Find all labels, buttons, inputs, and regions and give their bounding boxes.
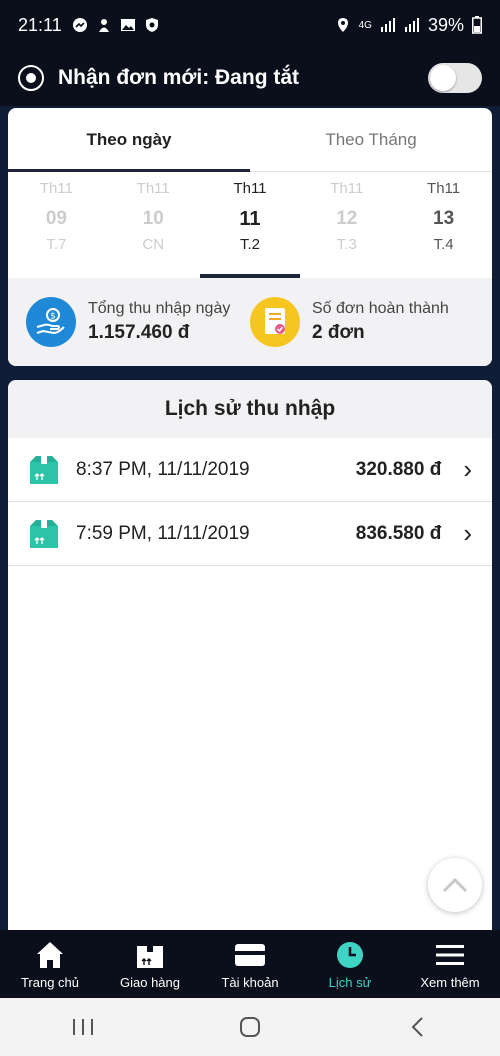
chevron-up-icon — [442, 877, 468, 893]
scroll-to-top-button[interactable] — [428, 858, 482, 912]
nav-home[interactable]: Trang chủ — [0, 930, 100, 998]
history-time: 7:59 PM, 11/11/2019 — [76, 522, 250, 544]
day-item[interactable]: Th11 10 CN — [105, 172, 202, 278]
signal-icon-2 — [404, 18, 419, 32]
app-icon — [98, 19, 109, 32]
tab-by-day[interactable]: Theo ngày — [8, 108, 250, 171]
toggle-knob — [430, 65, 456, 91]
history-amount: 320.880 đ — [355, 458, 442, 480]
package-icon — [137, 941, 163, 968]
system-nav-bar — [0, 998, 500, 1056]
home-icon — [37, 941, 63, 968]
income-summary-card: Theo ngày Theo Tháng Th11 09 T.7 Th11 10… — [8, 108, 492, 366]
day-item-selected[interactable]: Th11 11 T.2 — [202, 172, 299, 278]
nav-home-label: Trang chủ — [20, 974, 80, 990]
package-icon — [30, 519, 58, 548]
home-button[interactable] — [220, 1007, 280, 1047]
battery-icon — [472, 16, 482, 34]
package-icon — [30, 455, 58, 484]
summary-bar: $ Tổng thu nhập ngày 1.157.460 đ Số đơn … — [8, 278, 492, 366]
card-icon — [235, 943, 265, 966]
nav-more[interactable]: Xem thêm — [400, 930, 500, 998]
income-history-card: Lịch sử thu nhập 8:37 PM, 11/11/2019 320… — [8, 380, 492, 932]
receipt-icon — [250, 297, 300, 347]
back-button[interactable] — [387, 1007, 447, 1047]
day-item[interactable]: Th11 13 T.4 — [395, 172, 492, 278]
signal-icon — [380, 18, 395, 32]
recent-apps-button[interactable] — [53, 1007, 113, 1047]
history-time: 8:37 PM, 11/11/2019 — [76, 458, 250, 480]
header: Nhận đơn mới: Đang tắt — [0, 50, 500, 106]
chevron-right-icon: › — [463, 518, 472, 548]
nav-account-label: Tài khoản — [221, 974, 279, 990]
day-picker: Th11 09 T.7 Th11 10 CN Th11 11 T.2 Th11 … — [8, 172, 492, 278]
completed-orders: Số đơn hoàn thành 2 đơn — [250, 297, 474, 347]
status-time: 21:11 — [18, 14, 62, 35]
income-icon: $ — [26, 297, 76, 347]
orders-value: 2 đơn — [312, 322, 365, 343]
battery-percent: 39% — [427, 14, 464, 35]
day-item[interactable]: Th11 12 T.3 — [298, 172, 395, 278]
recent-apps-icon — [73, 1019, 94, 1035]
nav-more-label: Xem thêm — [420, 974, 480, 990]
history-title: Lịch sử thu nhập — [8, 380, 492, 438]
shield-icon — [145, 18, 158, 32]
day-item[interactable]: Th11 09 T.7 — [8, 172, 105, 278]
income-value: 1.157.460 đ — [88, 322, 190, 343]
network-label: 4G — [358, 19, 372, 31]
nav-delivery[interactable]: Giao hàng — [100, 930, 200, 998]
chevron-right-icon: › — [463, 454, 472, 484]
notification-icons — [72, 17, 160, 33]
status-radio[interactable] — [18, 65, 44, 91]
period-tabs: Theo ngày Theo Tháng — [8, 108, 492, 172]
orders-label: Số đơn hoàn thành — [312, 300, 449, 317]
receive-orders-toggle[interactable] — [428, 63, 482, 93]
image-icon — [120, 19, 135, 31]
history-row[interactable]: 7:59 PM, 11/11/2019 836.580 đ › — [8, 502, 492, 566]
nav-history-label: Lịch sử — [328, 974, 372, 990]
status-bar: 21:11 4G 39% — [0, 0, 500, 50]
location-icon — [337, 18, 348, 32]
daily-income: $ Tổng thu nhập ngày 1.157.460 đ — [26, 297, 250, 347]
bottom-nav: Trang chủ Giao hàng Tài khoản Lịch sử Xe… — [0, 930, 500, 998]
messenger-icon — [72, 18, 87, 32]
home-circle-icon — [239, 1017, 260, 1037]
back-icon — [411, 1017, 423, 1037]
page-title: Nhận đơn mới: Đang tắt — [58, 66, 300, 89]
svg-text:$: $ — [50, 312, 56, 322]
clock-icon — [337, 941, 363, 968]
menu-icon — [436, 944, 464, 965]
history-row[interactable]: 8:37 PM, 11/11/2019 320.880 đ › — [8, 438, 492, 502]
tab-by-month[interactable]: Theo Tháng — [250, 108, 492, 171]
nav-history[interactable]: Lịch sử — [300, 930, 400, 998]
nav-account[interactable]: Tài khoản — [200, 930, 300, 998]
history-amount: 836.580 đ — [355, 522, 442, 544]
income-label: Tổng thu nhập ngày — [88, 300, 231, 317]
status-right: 4G 39% — [335, 15, 482, 36]
nav-delivery-label: Giao hàng — [120, 974, 180, 990]
